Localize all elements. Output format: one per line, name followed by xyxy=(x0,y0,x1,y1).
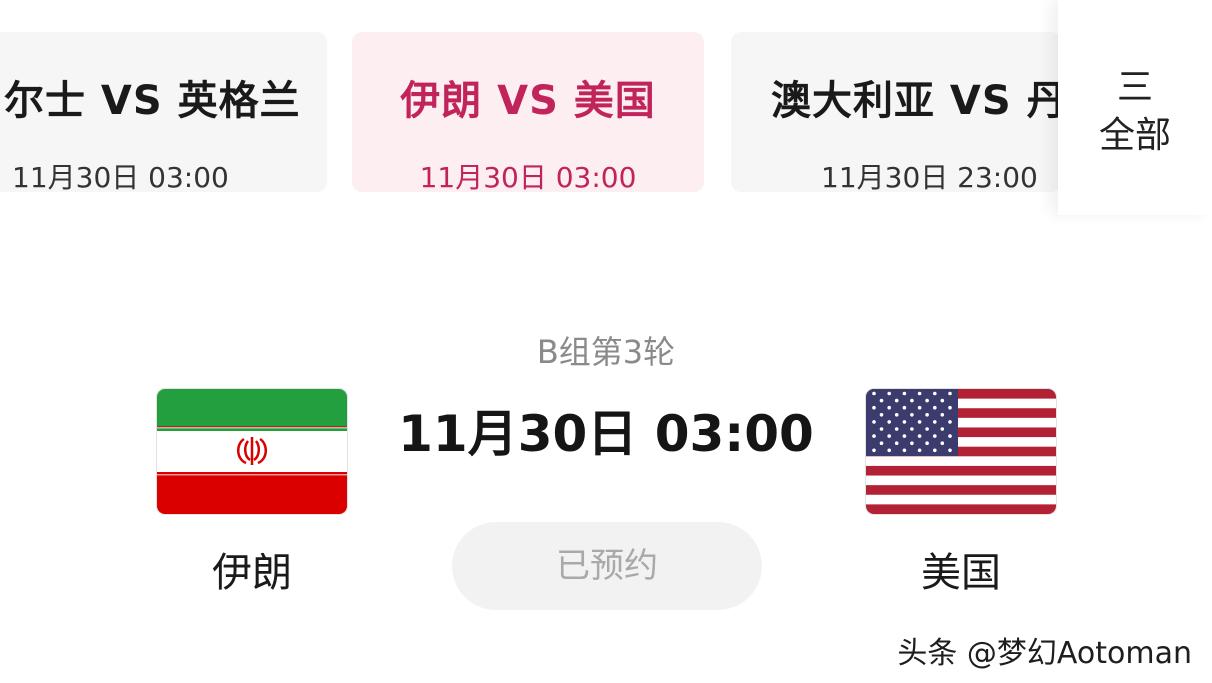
away-team-name: 美国 xyxy=(921,550,1001,596)
menu-icon: 三 xyxy=(1116,67,1153,108)
match-card-iran-usa[interactable]: 伊朗 VS 美国 11月30日 03:00 xyxy=(352,32,704,192)
match-card-teams: 尔士 VS 英格兰 xyxy=(4,78,301,124)
match-card-time: 11月30日 03:00 xyxy=(419,161,637,192)
match-card-teams: 伊朗 VS 美国 xyxy=(400,78,656,124)
usa-flag xyxy=(866,389,1056,514)
match-card-time: 11月30日 03:00 xyxy=(12,161,229,192)
all-matches-label: 全部 xyxy=(1098,115,1171,156)
match-card-australia-denmark[interactable]: 澳大利亚 VS 丹 11月30日 23:00 xyxy=(731,32,1061,192)
match-card-teams: 澳大利亚 VS 丹 xyxy=(771,78,1061,124)
match-card-time: 11月30日 23:00 xyxy=(821,161,1038,192)
match-strip: 尔士 VS 英格兰 11月30日 03:00 伊朗 VS 美国 11月30日 0… xyxy=(0,0,1212,215)
reserved-button[interactable]: 已预约 xyxy=(452,522,762,610)
match-card-wales-england[interactable]: 尔士 VS 英格兰 11月30日 03:00 xyxy=(0,32,327,192)
round-label: B组第3轮 xyxy=(536,333,676,371)
home-team-name: 伊朗 xyxy=(212,550,292,596)
iran-flag xyxy=(157,389,347,514)
all-matches-button[interactable]: 三 全部 xyxy=(1058,0,1212,215)
watermark: 头条 @梦幻Aotoman xyxy=(897,636,1192,671)
